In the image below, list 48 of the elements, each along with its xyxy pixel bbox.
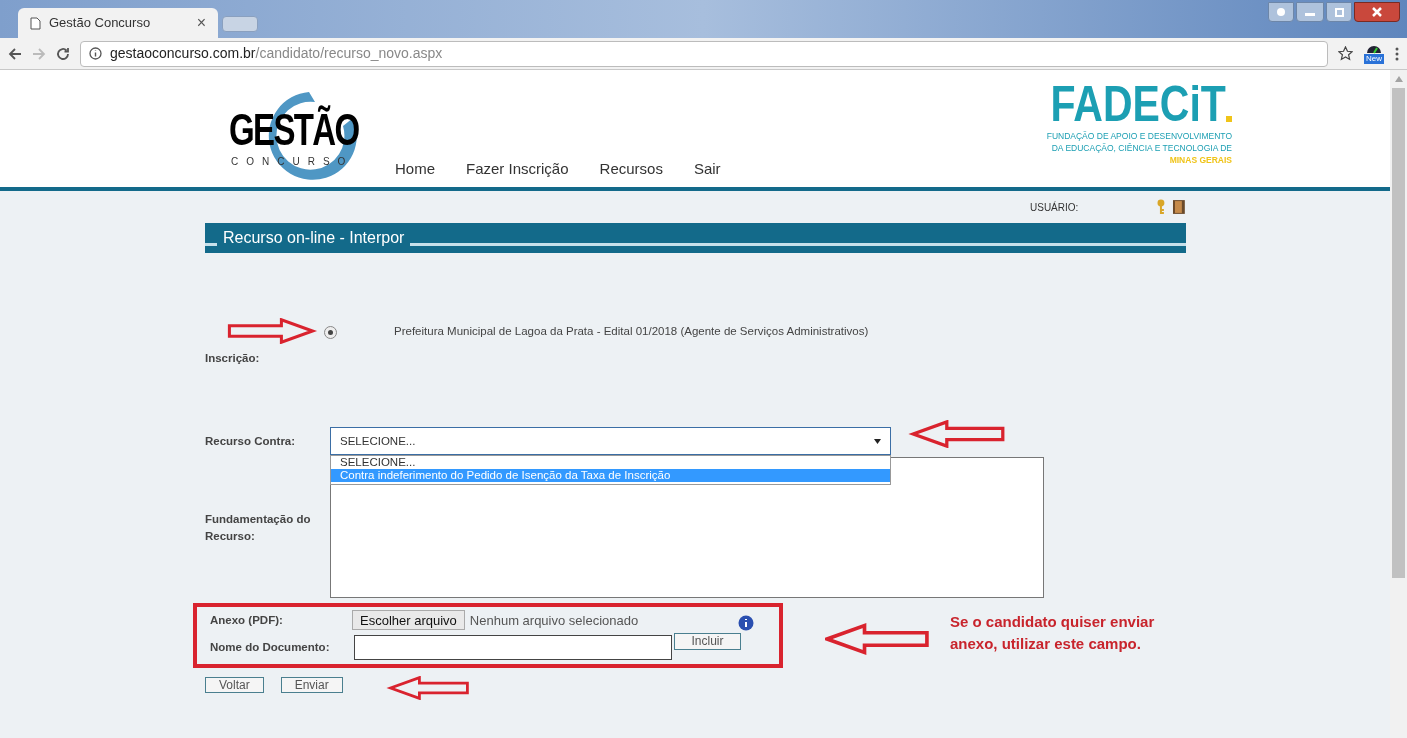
inscription-option: Prefeitura Municipal de Lagoa da Prata - Edital 01/2018 (Agente de Serviços Administrativos) (394, 323, 869, 341)
field-label: Fundamentação do Recurso: (205, 511, 312, 544)
field-label: Recurso Contra: (205, 433, 297, 449)
menu-icon[interactable] (1395, 46, 1399, 61)
dropdown-caret-icon (874, 438, 881, 444)
field-label: Inscrição: (205, 351, 261, 366)
nav-link[interactable]: Sair (693, 158, 721, 178)
partner-logo-title: FADECiT (1050, 78, 1226, 130)
info-icon[interactable] (89, 47, 102, 60)
new-badge: New (1364, 53, 1384, 64)
partner-logo-line: FUNDAÇÃO DE APOIO E DESENVOLVIMENTO (1046, 130, 1232, 142)
annotation-note: Se o candidato quiser enviar anexo, utilizar este campo. (950, 612, 1156, 654)
partner-logo-region: MINAS GERAIS (1169, 154, 1232, 166)
choose-file-button[interactable]: Escolher arquivo (352, 610, 465, 631)
radio-button[interactable] (324, 325, 337, 339)
nav-link[interactable]: Recursos (599, 158, 663, 178)
close-window-button[interactable] (1354, 2, 1400, 22)
scrollbar-thumb[interactable] (1392, 88, 1405, 578)
field-label: Anexo (PDF): (210, 612, 284, 628)
nav-link[interactable]: Home (395, 158, 435, 178)
tab-title: Gestão Concurso (49, 14, 152, 33)
dropdown-option[interactable]: SELECIONE... (331, 456, 890, 470)
select-field[interactable]: SELECIONE... (330, 427, 891, 456)
section-title: Recurso on-line - Interpor (222, 229, 406, 247)
url-field[interactable]: gestaoconcurso.com.br/candidato/recurso_novo.aspx (80, 40, 1328, 67)
browser-tab[interactable]: Gestão Concurso × (18, 8, 218, 38)
star-icon[interactable] (1338, 46, 1353, 61)
back-icon[interactable] (8, 46, 22, 61)
minimize-button[interactable] (1296, 2, 1324, 22)
form-button[interactable]: Voltar (205, 677, 264, 694)
file-status: Nenhum arquivo selecionado (469, 611, 639, 630)
field-label: Nome do Documento: (210, 640, 331, 656)
partner-logo-line: DA EDUCAÇÃO, CIÊNCIA E TECNOLOGIA DE (1051, 142, 1232, 154)
info-icon[interactable] (738, 615, 754, 632)
tab-close-button[interactable]: × (196, 11, 206, 35)
reload-icon[interactable] (56, 46, 70, 61)
nav-link[interactable]: Fazer Inscrição (466, 158, 569, 178)
url-text: gestaoconcurso.com.br/candidato/recurso_novo.aspx (110, 44, 443, 63)
document-name-field[interactable] (354, 635, 672, 661)
close-icon (1372, 7, 1382, 17)
user-label: USUÁRIO: (1030, 200, 1079, 215)
arrow-annotation-icon (825, 622, 929, 656)
page-icon (30, 16, 41, 30)
form-button[interactable]: Enviar (280, 677, 343, 694)
include-button[interactable]: Incluir (674, 633, 741, 651)
user-icon[interactable] (1268, 2, 1294, 22)
maximize-button[interactable] (1326, 2, 1352, 22)
door-icon[interactable] (1172, 199, 1186, 215)
